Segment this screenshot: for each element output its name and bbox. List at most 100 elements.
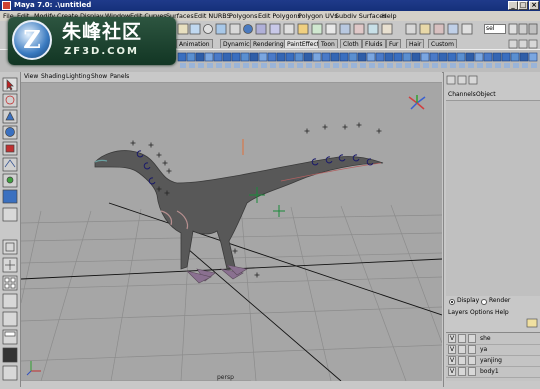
shelf-tool-icon[interactable] (411, 52, 421, 62)
shelf-tool-icon[interactable] (180, 63, 186, 68)
shelf-tool-icon[interactable] (468, 63, 474, 68)
layers-menu[interactable]: Layers (448, 309, 468, 316)
shelf-tool-icon[interactable] (294, 52, 304, 62)
shelf-tool-icon[interactable] (483, 52, 493, 62)
shelf-tool-icon[interactable] (306, 63, 312, 68)
layer-template-toggle[interactable] (458, 334, 466, 343)
render-radio[interactable] (481, 299, 487, 305)
shelf-tool-icon[interactable] (339, 52, 349, 62)
shelf-tool-icon[interactable] (387, 63, 393, 68)
layer-color-swatch[interactable] (468, 356, 476, 365)
shelf-tool-icon[interactable] (369, 63, 375, 68)
shelf-tool-icon[interactable] (477, 63, 483, 68)
layer-row[interactable]: V body1 (446, 367, 540, 378)
shelf-tool-icon[interactable] (378, 63, 384, 68)
shelf-tool-icon[interactable] (321, 52, 331, 62)
layer-row[interactable]: V yanjing (446, 356, 540, 367)
shelf-tool-icon[interactable] (465, 52, 475, 62)
shelf-tool-icon[interactable] (324, 63, 330, 68)
channel-box[interactable] (446, 100, 540, 296)
locator-marker[interactable] (166, 168, 172, 174)
panel-toggle-icons[interactable] (508, 23, 540, 36)
viewport-menu-lighting[interactable]: Lighting (66, 72, 90, 82)
layer-color-swatch[interactable] (468, 334, 476, 343)
shelf-tool-icon[interactable] (492, 52, 502, 62)
tab-custom[interactable]: Custom (428, 39, 457, 48)
menu-edit-polygons[interactable]: Edit Polygons (258, 11, 301, 21)
shelf-tool-icon[interactable] (186, 52, 196, 62)
tab-hair[interactable]: Hair (406, 39, 425, 48)
shelf-tool-icon[interactable] (513, 63, 519, 68)
layer-visibility-toggle[interactable]: V (448, 345, 456, 354)
perspective-viewport[interactable]: persp (21, 83, 442, 381)
locator-marker[interactable] (254, 272, 260, 278)
shelf-tool-icon[interactable] (288, 63, 294, 68)
shelf-tool-icon[interactable] (531, 63, 537, 68)
status-line-icons[interactable] (176, 23, 506, 36)
shelf-tool-icon[interactable] (261, 63, 267, 68)
maximize-button[interactable]: □ (518, 1, 528, 10)
shelf-tool-icon[interactable] (195, 52, 205, 62)
shelf-tool-icon[interactable] (276, 52, 286, 62)
shelf-tool-icon[interactable] (474, 52, 484, 62)
menu-polygon-uvs[interactable]: Polygon UVs (298, 11, 338, 21)
viewport-menu-shading[interactable]: Shading (41, 72, 65, 82)
menu-subdiv-surfaces[interactable]: Subdiv Surfaces (335, 11, 386, 21)
shelf-tool-icon[interactable] (234, 63, 240, 68)
locator-marker[interactable] (156, 152, 162, 158)
layer-template-toggle[interactable] (458, 345, 466, 354)
locator-marker[interactable] (342, 124, 348, 130)
menu-polygons[interactable]: Polygons (229, 11, 257, 21)
shelf-tool-icon[interactable] (510, 52, 520, 62)
tab-fluids[interactable]: Fluids (362, 39, 386, 48)
menu-edit-nurbs[interactable]: Edit NURBS (194, 11, 231, 21)
shelf-tool-icon[interactable] (231, 52, 241, 62)
view-axis-gizmo[interactable] (408, 95, 426, 110)
shelf-tool-icon[interactable] (384, 52, 394, 62)
shelf-tool-icon[interactable] (396, 63, 402, 68)
shelf-tool-icon[interactable] (348, 52, 358, 62)
minimize-button[interactable]: _ (508, 1, 518, 10)
shelf-tool-icon[interactable] (330, 52, 340, 62)
layer-visibility-toggle[interactable]: V (448, 334, 456, 343)
tab-animation[interactable]: Animation (176, 39, 213, 48)
shelf-tool-icon[interactable] (447, 52, 457, 62)
shelf-tool-icon[interactable] (270, 63, 276, 68)
tab-rendering[interactable]: Rendering (250, 39, 287, 48)
shelf-tool-icon[interactable] (519, 52, 529, 62)
shelf-tool-icon[interactable] (459, 63, 465, 68)
shelf-tool-icon[interactable] (429, 52, 439, 62)
layer-row[interactable]: V ya (446, 345, 540, 356)
layer-visibility-toggle[interactable]: V (448, 356, 456, 365)
locator-marker[interactable] (130, 140, 136, 146)
layer-template-toggle[interactable] (458, 356, 466, 365)
layer-color-swatch[interactable] (468, 345, 476, 354)
locator-marker[interactable] (232, 248, 238, 254)
shelf-tool-icon[interactable] (522, 63, 528, 68)
shelf-tool-icon[interactable] (360, 63, 366, 68)
new-layer-icon[interactable] (526, 318, 538, 328)
shelf-tool-icon[interactable] (366, 52, 376, 62)
shelf-tool-icon[interactable] (528, 52, 538, 62)
shelf-tool-icon[interactable] (456, 52, 466, 62)
locator-marker[interactable] (148, 142, 154, 148)
shelf-tool-icon[interactable] (258, 52, 268, 62)
shelf-tool-icon[interactable] (240, 52, 250, 62)
shelf-tool-icon[interactable] (495, 63, 501, 68)
shelf-tool-icon[interactable] (450, 63, 456, 68)
tab-object[interactable]: Object (476, 90, 496, 99)
toolbox-icons[interactable] (0, 72, 20, 387)
locator-marker[interactable] (356, 122, 362, 128)
shelf-tool-icon[interactable] (285, 52, 295, 62)
shelf-tool-icon[interactable] (222, 52, 232, 62)
shelf-tool-icon[interactable] (441, 63, 447, 68)
shelf-tool-icon[interactable] (297, 63, 303, 68)
options-menu[interactable]: Options (470, 309, 493, 316)
shelf-tool-icon[interactable] (405, 63, 411, 68)
shelf-tool-icon[interactable] (189, 63, 195, 68)
shelf-tool-icon[interactable] (207, 63, 213, 68)
locator-marker[interactable] (304, 128, 310, 134)
shelf-tool-icon[interactable] (423, 63, 429, 68)
shelf-tool-icon[interactable] (414, 63, 420, 68)
shelf-tool-icon[interactable] (438, 52, 448, 62)
